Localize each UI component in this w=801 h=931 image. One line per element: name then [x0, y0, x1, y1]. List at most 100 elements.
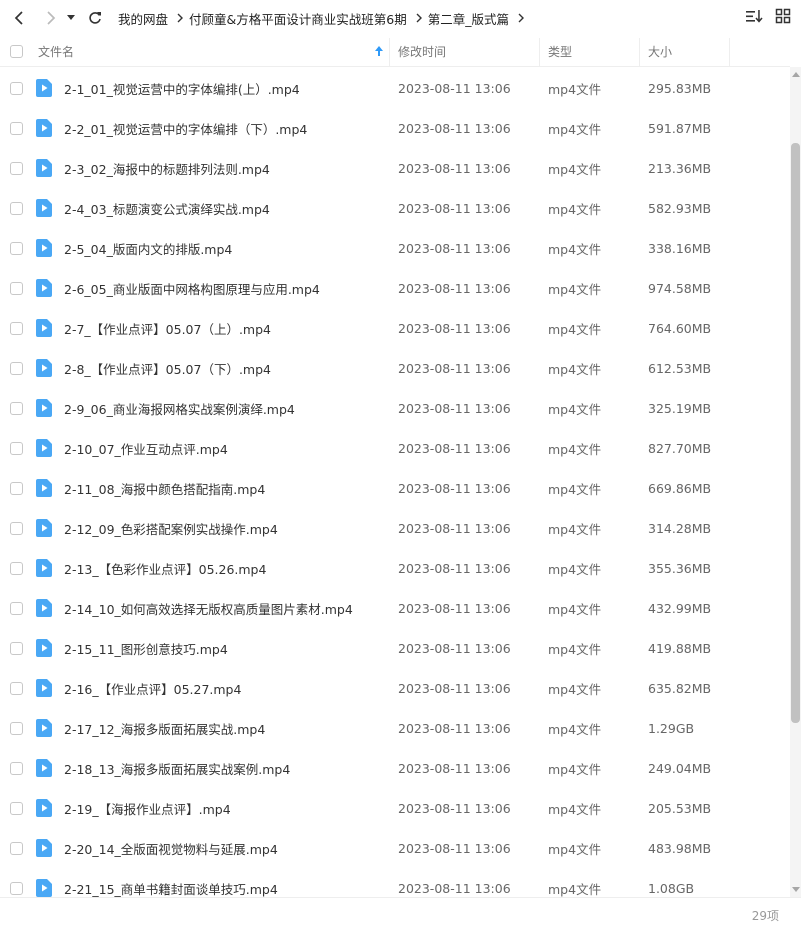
file-name[interactable]: 2-4_03_标题演变公式演绎实战.mp4: [64, 188, 270, 228]
file-size: 213.36MB: [648, 160, 712, 176]
file-row[interactable]: 2-19_【海报作业点评】.mp4 2023-08-11 13:06 mp4文件…: [0, 788, 790, 828]
scroll-down-arrow-icon[interactable]: [792, 887, 800, 892]
column-header-name[interactable]: 文件名: [38, 36, 74, 66]
file-size: 635.82MB: [648, 680, 712, 696]
sort-asc-icon[interactable]: [375, 36, 383, 66]
vertical-scrollbar[interactable]: [790, 67, 801, 897]
refresh-button[interactable]: [82, 5, 108, 31]
file-size: 205.53MB: [648, 800, 712, 816]
file-row[interactable]: 2-5_04_版面内文的排版.mp4 2023-08-11 13:06 mp4文…: [0, 228, 790, 268]
row-checkbox[interactable]: [10, 561, 23, 575]
row-checkbox[interactable]: [10, 721, 23, 735]
breadcrumb-item[interactable]: 我的网盘: [118, 9, 168, 28]
arrow-right-icon: [47, 11, 56, 25]
grid-view-button[interactable]: [775, 8, 791, 28]
file-name[interactable]: 2-17_12_海报多版面拓展实战.mp4: [64, 708, 265, 748]
file-name[interactable]: 2-11_08_海报中颜色搭配指南.mp4: [64, 468, 265, 508]
row-checkbox[interactable]: [10, 321, 23, 335]
column-divider[interactable]: [539, 38, 540, 66]
file-row[interactable]: 2-9_06_商业海报网格实战案例演绎.mp4 2023-08-11 13:06…: [0, 388, 790, 428]
row-checkbox[interactable]: [10, 601, 23, 615]
file-name[interactable]: 2-14_10_如何高效选择无版权高质量图片素材.mp4: [64, 588, 353, 628]
file-row[interactable]: 2-2_01_视觉运营中的字体编排（下）.mp4 2023-08-11 13:0…: [0, 108, 790, 148]
file-row[interactable]: 2-10_07_作业互动点评.mp4 2023-08-11 13:06 mp4文…: [0, 428, 790, 468]
file-row[interactable]: 2-11_08_海报中颜色搭配指南.mp4 2023-08-11 13:06 m…: [0, 468, 790, 508]
row-checkbox[interactable]: [10, 241, 23, 255]
row-checkbox[interactable]: [10, 881, 23, 895]
file-row[interactable]: 2-17_12_海报多版面拓展实战.mp4 2023-08-11 13:06 m…: [0, 708, 790, 748]
file-row[interactable]: 2-20_14_全版面视觉物料与延展.mp4 2023-08-11 13:06 …: [0, 828, 790, 868]
file-row[interactable]: 2-18_13_海报多版面拓展实战案例.mp4 2023-08-11 13:06…: [0, 748, 790, 788]
file-type: mp4文件: [548, 521, 602, 537]
select-all-checkbox[interactable]: [10, 44, 23, 58]
file-name[interactable]: 2-19_【海报作业点评】.mp4: [64, 788, 231, 828]
file-row[interactable]: 2-4_03_标题演变公式演绎实战.mp4 2023-08-11 13:06 m…: [0, 188, 790, 228]
row-checkbox[interactable]: [10, 761, 23, 775]
file-row[interactable]: 2-14_10_如何高效选择无版权高质量图片素材.mp4 2023-08-11 …: [0, 588, 790, 628]
row-checkbox[interactable]: [10, 401, 23, 415]
breadcrumb-item[interactable]: 第二章_版式篇: [428, 9, 509, 28]
file-row[interactable]: 2-13_【色彩作业点评】05.26.mp4 2023-08-11 13:06 …: [0, 548, 790, 588]
file-name[interactable]: 2-13_【色彩作业点评】05.26.mp4: [64, 548, 266, 588]
file-name[interactable]: 2-15_11_图形创意技巧.mp4: [64, 628, 228, 668]
row-checkbox[interactable]: [10, 441, 23, 455]
scrollbar-thumb[interactable]: [791, 143, 800, 723]
file-name[interactable]: 2-9_06_商业海报网格实战案例演绎.mp4: [64, 388, 295, 428]
file-name[interactable]: 2-16_【作业点评】05.27.mp4: [64, 668, 241, 708]
file-name[interactable]: 2-18_13_海报多版面拓展实战案例.mp4: [64, 748, 290, 788]
video-file-icon: [36, 348, 52, 388]
column-header-type[interactable]: 类型: [548, 36, 572, 66]
column-header-modified[interactable]: 修改时间: [398, 36, 446, 66]
file-name[interactable]: 2-12_09_色彩搭配案例实战操作.mp4: [64, 508, 278, 548]
row-checkbox[interactable]: [10, 201, 23, 215]
column-divider[interactable]: [389, 38, 390, 66]
file-name[interactable]: 2-1_01_视觉运营中的字体编排(上）.mp4: [64, 68, 300, 108]
forward-button[interactable]: [38, 5, 64, 31]
row-checkbox[interactable]: [10, 161, 23, 175]
row-checkbox[interactable]: [10, 81, 23, 95]
file-name[interactable]: 2-5_04_版面内文的排版.mp4: [64, 228, 232, 268]
file-row[interactable]: 2-3_02_海报中的标题排列法则.mp4 2023-08-11 13:06 m…: [0, 148, 790, 188]
file-name[interactable]: 2-6_05_商业版面中网格构图原理与应用.mp4: [64, 268, 320, 308]
history-dropdown-button[interactable]: [64, 5, 78, 31]
video-file-icon: [36, 588, 52, 628]
file-modified: 2023-08-11 13:06: [398, 720, 511, 736]
row-checkbox[interactable]: [10, 681, 23, 695]
row-checkbox[interactable]: [10, 281, 23, 295]
sort-list-button[interactable]: [745, 8, 763, 28]
file-row[interactable]: 2-12_09_色彩搭配案例实战操作.mp4 2023-08-11 13:06 …: [0, 508, 790, 548]
column-divider[interactable]: [729, 38, 730, 66]
back-button[interactable]: [6, 5, 32, 31]
file-name[interactable]: 2-8_【作业点评】05.07（下）.mp4: [64, 348, 271, 388]
row-checkbox[interactable]: [10, 641, 23, 655]
file-type: mp4文件: [548, 601, 602, 617]
breadcrumb: 我的网盘 付顾童&方格平面设计商业实战班第6期 第二章_版式篇: [118, 9, 530, 28]
file-type: mp4文件: [548, 161, 602, 177]
file-name[interactable]: 2-2_01_视觉运营中的字体编排（下）.mp4: [64, 108, 307, 148]
file-type: mp4文件: [548, 561, 602, 577]
row-checkbox[interactable]: [10, 521, 23, 535]
file-name[interactable]: 2-3_02_海报中的标题排列法则.mp4: [64, 148, 270, 188]
file-name[interactable]: 2-7_【作业点评】05.07（上）.mp4: [64, 308, 271, 348]
file-row[interactable]: 2-15_11_图形创意技巧.mp4 2023-08-11 13:06 mp4文…: [0, 628, 790, 668]
video-file-icon: [36, 148, 52, 188]
row-checkbox[interactable]: [10, 481, 23, 495]
file-name[interactable]: 2-20_14_全版面视觉物料与延展.mp4: [64, 828, 278, 868]
file-row[interactable]: 2-7_【作业点评】05.07（上）.mp4 2023-08-11 13:06 …: [0, 308, 790, 348]
file-size: 591.87MB: [648, 120, 712, 136]
file-row[interactable]: 2-6_05_商业版面中网格构图原理与应用.mp4 2023-08-11 13:…: [0, 268, 790, 308]
row-checkbox[interactable]: [10, 121, 23, 135]
scroll-up-arrow-icon[interactable]: [792, 72, 800, 77]
file-name[interactable]: 2-10_07_作业互动点评.mp4: [64, 428, 228, 468]
file-row[interactable]: 2-8_【作业点评】05.07（下）.mp4 2023-08-11 13:06 …: [0, 348, 790, 388]
breadcrumb-item[interactable]: 付顾童&方格平面设计商业实战班第6期: [189, 9, 407, 28]
file-size: 1.29GB: [648, 720, 695, 736]
row-checkbox[interactable]: [10, 801, 23, 815]
file-row[interactable]: 2-16_【作业点评】05.27.mp4 2023-08-11 13:06 mp…: [0, 668, 790, 708]
file-row[interactable]: 2-1_01_视觉运营中的字体编排(上）.mp4 2023-08-11 13:0…: [0, 68, 790, 108]
column-header-size[interactable]: 大小: [648, 36, 672, 66]
video-file-icon: [36, 308, 52, 348]
column-divider[interactable]: [639, 38, 640, 66]
row-checkbox[interactable]: [10, 841, 23, 855]
row-checkbox[interactable]: [10, 361, 23, 375]
